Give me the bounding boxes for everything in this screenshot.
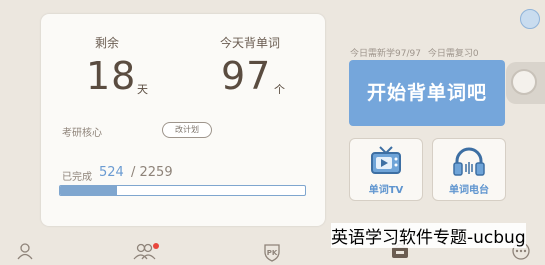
completed-count: 524 xyxy=(99,165,124,180)
remaining-days-value: 18 xyxy=(86,54,137,98)
change-plan-button[interactable]: 改计划 xyxy=(162,122,212,138)
today-words-unit: 个 xyxy=(274,83,285,96)
profile-icon[interactable] xyxy=(16,242,34,260)
study-plan-card: 剩余 18 天 今天背单词 97 个 考研核心 改计划 已完成 524 / 22… xyxy=(41,14,325,226)
progress-bar xyxy=(59,185,306,196)
tip-icon[interactable] xyxy=(520,9,540,29)
pk-icon[interactable]: PK xyxy=(262,242,282,262)
floating-circle-icon xyxy=(511,69,537,95)
plan-name: 考研核心 xyxy=(62,128,102,139)
today-words-label: 今天背单词 xyxy=(220,36,281,50)
start-memorizing-button[interactable]: 开始背单词吧 xyxy=(349,60,505,126)
word-tv-card[interactable]: 单词TV xyxy=(349,138,423,201)
remaining-days-unit: 天 xyxy=(137,83,148,96)
remaining-days-label: 剩余 xyxy=(95,36,120,50)
completed-label: 已完成 xyxy=(62,172,92,183)
today-words-value: 97 xyxy=(221,54,272,98)
word-tv-label: 单词TV xyxy=(368,185,404,196)
progress-bar-fill xyxy=(60,186,117,195)
word-radio-card[interactable]: 单词电台 xyxy=(432,138,506,201)
new-words-today: 今日需新学97/97 xyxy=(350,49,421,59)
headphones-icon xyxy=(453,147,485,176)
pk-icon-text: PK xyxy=(267,249,278,257)
word-radio-label: 单词电台 xyxy=(449,185,489,196)
review-words-today: 今日需复习0 xyxy=(427,49,479,59)
total-count: / 2259 xyxy=(131,165,173,180)
today-summary: 今日需新学97/97 今日需复习0 xyxy=(350,46,483,59)
tv-icon xyxy=(371,146,401,174)
floating-assist-button[interactable] xyxy=(506,62,545,104)
friends-notification-badge xyxy=(153,243,159,249)
watermark-text: 英语学习软件专题-ucbug xyxy=(331,223,526,248)
